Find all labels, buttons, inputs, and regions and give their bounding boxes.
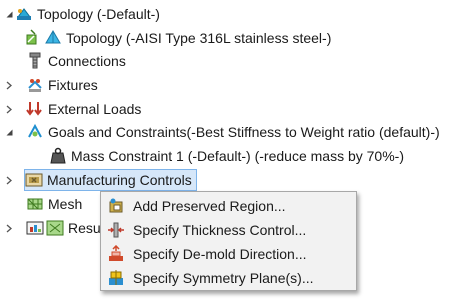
part-material-icon: [26, 29, 44, 47]
thickness-control-icon: [107, 221, 125, 239]
tree-item-connections[interactable]: Connections: [26, 50, 126, 72]
tree-item-external-loads[interactable]: External Loads: [3, 98, 141, 120]
fixtures-icon: [26, 76, 44, 94]
goals-constraints-icon: [26, 123, 44, 141]
tree-item-label: Topology (-AISI Type 316L stainless stee…: [66, 30, 332, 46]
demold-direction-icon: [107, 245, 125, 263]
context-menu: Add Preserved Region... Specify Thicknes…: [100, 191, 357, 291]
tree-item-label: Fixtures: [48, 77, 98, 93]
tree-item-label: Connections: [48, 53, 126, 69]
tree-root[interactable]: Topology (-Default-): [3, 3, 160, 25]
symmetry-plane-icon: [107, 269, 125, 287]
external-loads-icon: [26, 100, 44, 118]
selection-highlight[interactable]: Manufacturing Controls: [24, 169, 197, 191]
tree-item-label: Resu: [68, 220, 101, 236]
mass-constraint-icon: [49, 147, 67, 165]
tree-item-results[interactable]: Resu: [3, 217, 101, 239]
tree-item-mass-constraint[interactable]: Mass Constraint 1 (-Default-) (-reduce m…: [49, 145, 404, 167]
tree-item-mesh[interactable]: Mesh: [26, 193, 82, 215]
topology-study-icon: [15, 5, 33, 23]
menu-item-label: Specify Symmetry Plane(s)...: [133, 270, 314, 286]
menu-item-specify-symmetry-planes[interactable]: Specify Symmetry Plane(s)...: [101, 266, 356, 290]
menu-item-add-preserved-region[interactable]: Add Preserved Region...: [101, 194, 356, 218]
mesh-icon: [26, 195, 44, 213]
tree-item-fixtures[interactable]: Fixtures: [3, 74, 98, 96]
tree-item-label: Mass Constraint 1 (-Default-) (-reduce m…: [71, 148, 404, 164]
tree-item-label: Manufacturing Controls: [47, 172, 192, 188]
menu-item-specify-thickness-control[interactable]: Specify Thickness Control...: [101, 218, 356, 242]
menu-item-specify-demold-direction[interactable]: Specify De-mold Direction...: [101, 242, 356, 266]
tree-item-label: Mesh: [48, 196, 83, 212]
chevron-right-icon[interactable]: [3, 223, 15, 233]
tree-item-label: External Loads: [48, 101, 142, 117]
results-folder-icon: [26, 219, 44, 237]
chevron-down-icon[interactable]: [3, 9, 15, 19]
tree-root-label: Topology (-Default-): [37, 6, 160, 22]
chevron-down-icon[interactable]: [3, 127, 15, 137]
chevron-right-icon[interactable]: [3, 175, 15, 185]
topology-body-icon: [44, 29, 62, 47]
menu-item-label: Specify Thickness Control...: [133, 222, 307, 238]
tree-item-goals-constraints[interactable]: Goals and Constraints(-Best Stiffness to…: [3, 121, 440, 143]
menu-item-label: Specify De-mold Direction...: [133, 246, 307, 262]
chevron-right-icon[interactable]: [3, 104, 15, 114]
tree-item-label: Goals and Constraints(-Best Stiffness to…: [48, 124, 440, 140]
results-icon: [46, 219, 64, 237]
tree-item-topology-material[interactable]: Topology (-AISI Type 316L stainless stee…: [26, 27, 331, 49]
tree-item-manufacturing-controls[interactable]: Manufacturing Controls: [3, 169, 197, 191]
menu-item-label: Add Preserved Region...: [133, 198, 286, 214]
manufacturing-controls-icon: [25, 171, 43, 189]
chevron-right-icon[interactable]: [3, 80, 15, 90]
preserved-region-icon: [107, 197, 125, 215]
connections-icon: [26, 52, 44, 70]
